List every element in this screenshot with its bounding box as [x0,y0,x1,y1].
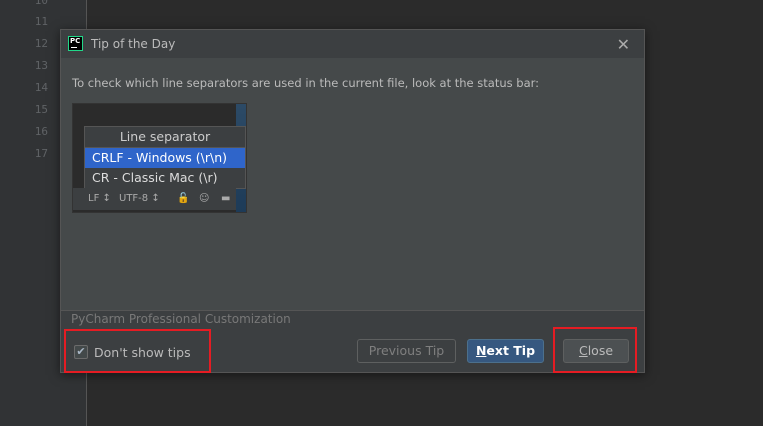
line-number: 12 [34,37,48,50]
line-number: 11 [34,15,48,28]
status-encoding: UTF-8 ↕ [119,193,160,204]
inspector-icon: ☺ [199,193,210,204]
close-icon[interactable]: ✕ [617,35,630,54]
illustration-statusbar: LF ↕ UTF-8 ↕ 🔓 ☺ ▬ [73,188,236,210]
line-number: 17 [34,147,48,160]
tip-content: To check which line separators are used … [61,58,644,311]
line-number: 10 [34,0,48,7]
event-log-icon: ▬ [221,193,231,204]
line-number: 15 [34,103,48,116]
tip-text: To check which line separators are used … [72,76,540,90]
pycharm-icon-text: PC [70,37,81,45]
popup-option-crlf: CRLF - Windows (\r\n) [85,148,245,168]
highlight-close-button [553,327,637,373]
tip-of-the-day-dialog: PC Tip of the Day ✕ To check which line … [60,29,645,373]
highlight-checkbox [64,329,211,373]
next-tip-mnemonic: N [475,343,487,358]
line-number: 16 [34,125,48,138]
line-number: 14 [34,81,48,94]
dialog-titlebar[interactable]: PC Tip of the Day ✕ [61,30,644,58]
next-tip-label: ext Tip [486,343,536,358]
dialog-separator [61,310,644,311]
previous-tip-button[interactable]: Previous Tip [357,339,456,363]
line-number: 13 [34,59,48,72]
popup-header: Line separator [85,127,245,148]
tip-category-label: PyCharm Professional Customization [71,312,291,326]
status-line-separator: LF ↕ [88,193,111,204]
lock-icon: 🔓 [177,193,190,204]
next-tip-button[interactable]: Next Tip [467,339,544,363]
line-separator-popup: Line separator CRLF - Windows (\r\n) CR … [84,126,246,189]
pycharm-icon: PC [68,36,83,51]
dialog-title: Tip of the Day [91,37,176,51]
popup-option-cr: CR - Classic Mac (\r) [92,170,218,185]
tip-illustration: Line separator CRLF - Windows (\r\n) CR … [72,103,247,213]
